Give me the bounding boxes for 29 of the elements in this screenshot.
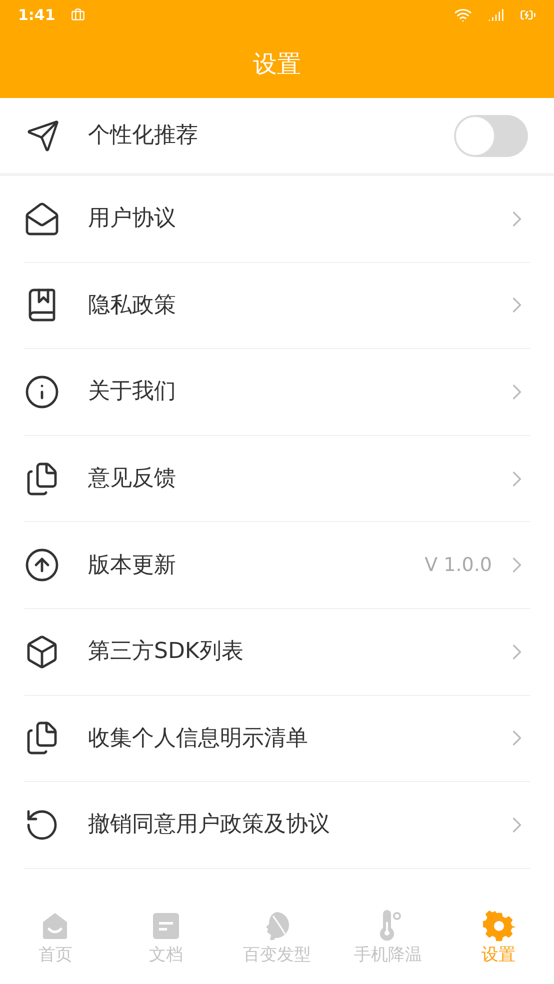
page-title: 设置 <box>253 49 301 80</box>
settings-row[interactable]: 撤销同意用户政策及协议 <box>24 782 530 869</box>
settings-row[interactable]: 关于我们 <box>24 349 530 436</box>
signal-icon <box>488 7 504 23</box>
upload-icon <box>24 547 60 584</box>
row-label: 收集个人信息明示清单 <box>88 724 309 753</box>
briefcase-icon <box>71 8 86 22</box>
envelope-icon <box>24 200 60 237</box>
settings-row[interactable]: 用户协议 <box>24 176 530 263</box>
paper-plane-icon <box>26 118 60 152</box>
row-label: 意见反馈 <box>88 465 177 494</box>
row-label: 用户协议 <box>88 205 177 234</box>
settings-row[interactable]: 第三方SDK列表 <box>24 608 530 696</box>
wifi-icon <box>454 6 472 24</box>
gear-icon <box>482 910 515 942</box>
settings-row[interactable]: 收集个人信息明示清单 <box>24 696 530 782</box>
status-time: 1:41 <box>18 4 56 26</box>
row-label: 关于我们 <box>88 378 177 406</box>
info-icon <box>24 374 60 410</box>
settings-row[interactable]: 版本更新 V 1.0.0 <box>24 522 530 609</box>
row-label: 撤销同意用户政策及协议 <box>88 811 331 840</box>
row-label: 隐私政策 <box>88 292 177 320</box>
settings-row[interactable]: 隐私政策 <box>24 262 530 350</box>
row-label: 第三方SDK列表 <box>88 638 244 666</box>
toggle-switch[interactable] <box>454 114 528 156</box>
version-text: V 1.0.0 <box>424 552 492 578</box>
row-label: 版本更新 <box>88 552 177 580</box>
setting-label: 个性化推荐 <box>88 122 199 150</box>
settings-row[interactable]: 意见反馈 <box>24 436 530 522</box>
